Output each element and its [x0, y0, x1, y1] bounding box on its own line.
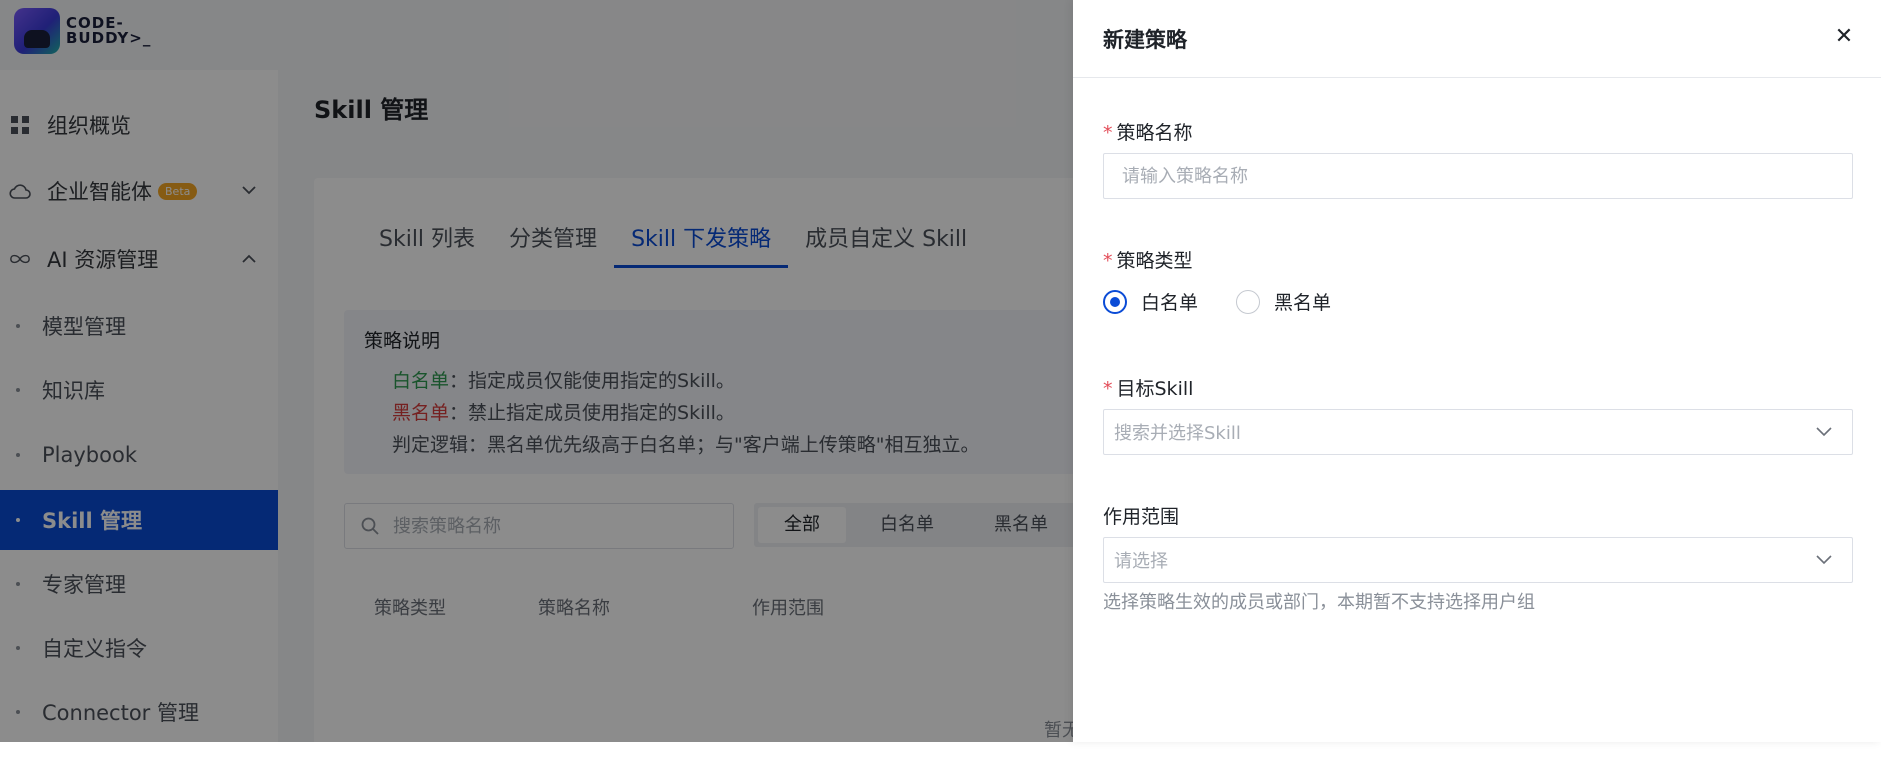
radio-blacklist-label: 黑名单	[1274, 292, 1332, 314]
required-mark: *	[1103, 378, 1113, 400]
policy-name-label: * 策略名称	[1103, 118, 1193, 145]
radio-whitelist[interactable]: 白名单	[1103, 288, 1198, 315]
radio-blacklist[interactable]: 黑名单	[1236, 288, 1331, 315]
target-skill-select[interactable]: 搜索并选择Skill	[1103, 409, 1853, 455]
required-mark: *	[1103, 250, 1113, 272]
chevron-down-icon	[1816, 550, 1834, 568]
radio-checked-icon	[1103, 289, 1127, 314]
policy-type-label: * 策略类型	[1103, 246, 1193, 273]
drawer-header: 新建策略 ✕	[1073, 0, 1881, 78]
close-icon[interactable]: ✕	[1829, 22, 1859, 52]
modal-backdrop[interactable]	[0, 0, 1073, 742]
chevron-down-icon	[1816, 422, 1834, 440]
policy-name-input[interactable]	[1120, 164, 1824, 188]
new-policy-drawer: 新建策略 ✕ *策略名称 *策略类型 白名单 黑名单 *目标Skill 搜索并选…	[1073, 0, 1881, 742]
policy-name-field[interactable]	[1103, 153, 1853, 199]
scope-help-text: 选择策略生效的成员或部门，本期暂不支持选择用户组	[1103, 592, 1535, 613]
radio-whitelist-label: 白名单	[1141, 292, 1199, 314]
scope-select[interactable]: 请选择	[1103, 537, 1853, 583]
policy-name-label-text: 策略名称	[1116, 122, 1193, 144]
required-mark: *	[1103, 122, 1113, 144]
scope-placeholder: 请选择	[1114, 551, 1168, 572]
drawer-title: 新建策略	[1103, 28, 1187, 52]
radio-unchecked-icon	[1236, 289, 1261, 314]
target-skill-label: * 目标Skill	[1103, 374, 1193, 401]
target-skill-label-text: 目标Skill	[1116, 378, 1194, 400]
policy-type-label-text: 策略类型	[1116, 250, 1193, 272]
scope-label: 作用范围	[1103, 506, 1180, 528]
policy-type-radio-group: 白名单 黑名单	[1103, 288, 1369, 315]
target-skill-placeholder: 搜索并选择Skill	[1114, 423, 1241, 444]
